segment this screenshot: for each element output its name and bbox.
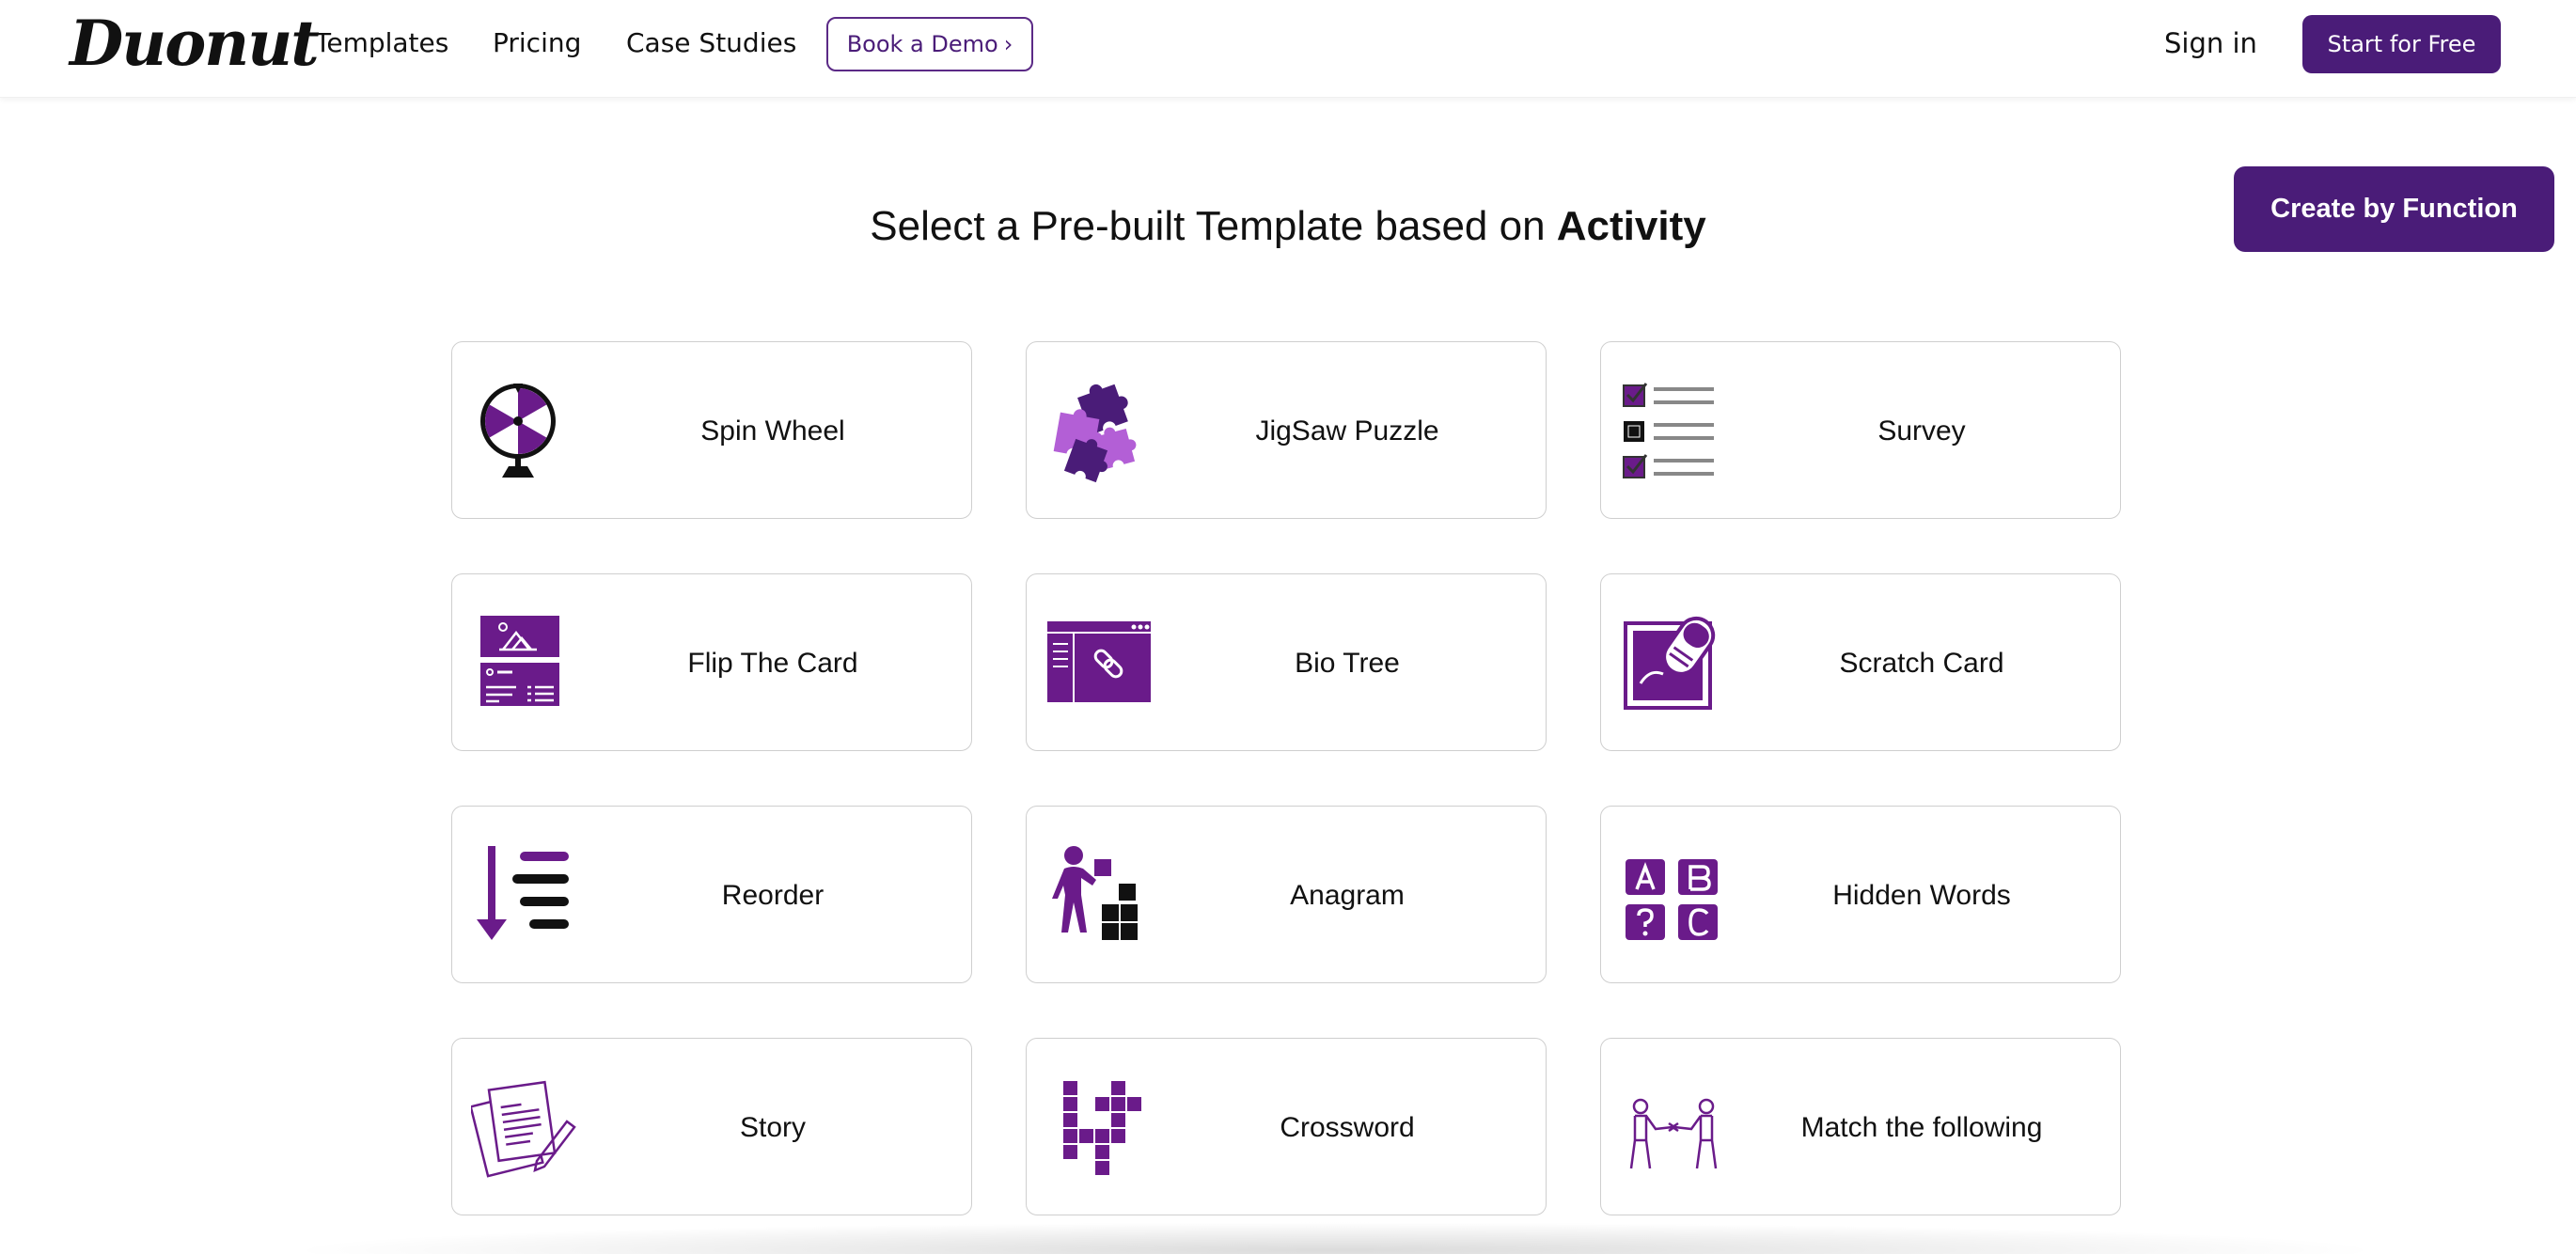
start-for-free-button[interactable]: Start for Free: [2302, 15, 2501, 73]
card-label: Spin Wheel: [700, 415, 845, 447]
crossword-icon: [1061, 1079, 1143, 1177]
story-papers-icon: [471, 1080, 576, 1178]
template-card-survey[interactable]: Survey: [1600, 341, 2121, 519]
card-label: Survey: [1877, 415, 1966, 447]
nav-case-studies[interactable]: Case Studies: [626, 24, 796, 62]
card-label: Crossword: [1280, 1111, 1415, 1143]
scratch-card-icon: [1624, 616, 1716, 710]
nav-templates[interactable]: Templates: [315, 24, 448, 62]
reorder-icon: [477, 846, 569, 940]
template-card-anagram[interactable]: Anagram: [1026, 806, 1547, 983]
page-title: Select a Pre-built Template based on Act…: [870, 203, 1706, 249]
template-card-bio-tree[interactable]: Bio Tree: [1026, 573, 1547, 751]
template-card-flip-the-card[interactable]: Flip The Card: [451, 573, 972, 751]
card-label: Scratch Card: [1839, 647, 2004, 679]
template-card-hidden-words[interactable]: Hidden Words: [1600, 806, 2121, 983]
card-label: Match the following: [1800, 1111, 2043, 1143]
sign-in-link[interactable]: Sign in: [2164, 24, 2257, 62]
spin-wheel-icon: [480, 384, 556, 478]
chevron-right-icon: ›: [1003, 31, 1013, 57]
top-navbar: Duonut Templates Pricing Case Studies Bo…: [0, 0, 2576, 98]
template-card-crossword[interactable]: Crossword: [1026, 1038, 1547, 1215]
template-card-reorder[interactable]: Reorder: [451, 806, 972, 983]
hidden-words-icon: [1626, 859, 1718, 940]
match-people-icon: [1629, 1098, 1718, 1169]
survey-checklist-icon: [1623, 383, 1714, 478]
card-label: Bio Tree: [1295, 647, 1400, 679]
template-card-spin-wheel[interactable]: Spin Wheel: [451, 341, 972, 519]
card-label: Hidden Words: [1832, 879, 2011, 911]
template-card-jigsaw-puzzle[interactable]: JigSaw Puzzle: [1026, 341, 1547, 519]
card-label: Flip The Card: [687, 647, 858, 679]
template-card-match-the-following[interactable]: Match the following: [1600, 1038, 2121, 1215]
bio-tree-link-icon: [1047, 621, 1151, 702]
template-card-scratch-card[interactable]: Scratch Card: [1600, 573, 2121, 751]
card-label: JigSaw Puzzle: [1255, 415, 1439, 447]
template-card-story[interactable]: Story: [451, 1038, 972, 1215]
jigsaw-puzzle-icon: [1053, 384, 1137, 483]
card-label: Anagram: [1290, 879, 1405, 911]
anagram-blocks-icon: [1052, 846, 1138, 940]
bottom-shadow: [282, 1222, 2388, 1254]
flip-card-icon: [480, 616, 559, 706]
duonut-logo[interactable]: Duonut: [70, 6, 320, 81]
card-label: Story: [739, 1111, 807, 1143]
card-label: Reorder: [721, 879, 825, 911]
book-demo-button[interactable]: Book a Demo ›: [826, 17, 1033, 71]
nav-pricing[interactable]: Pricing: [493, 24, 581, 62]
book-demo-label: Book a Demo: [846, 31, 998, 57]
